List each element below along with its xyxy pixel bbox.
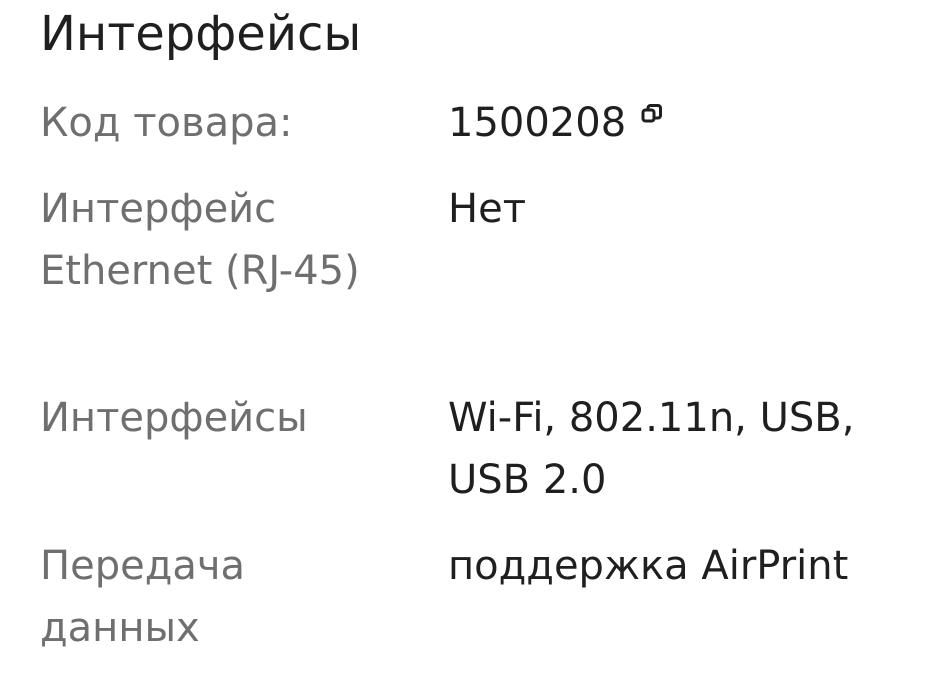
data-transfer-label: Передача данных xyxy=(40,543,245,651)
data-transfer-value: поддержка AirPrint xyxy=(448,543,849,589)
spec-row-ethernet: Интерфейс Ethernet (RJ-45) Нет xyxy=(0,178,933,368)
product-interfaces-panel: Интерфейсы Код товара: 1500208 Интерфейс… xyxy=(0,0,933,700)
section-title: Интерфейсы xyxy=(40,6,362,62)
product-code-value: 1500208 xyxy=(448,100,627,146)
ethernet-value: Нет xyxy=(448,186,526,232)
product-code-line: 1500208 xyxy=(448,92,664,154)
spec-row-data-transfer: Передача данных поддержка AirPrint xyxy=(0,535,933,661)
interfaces-value: Wi-Fi, 802.11n, USB, USB 2.0 xyxy=(448,395,855,503)
spec-row-interfaces: Интерфейсы Wi-Fi, 802.11n, USB, USB 2.0 xyxy=(0,387,933,513)
product-code-value-container: 1500208 xyxy=(448,92,918,154)
copy-icon[interactable] xyxy=(640,102,664,126)
product-code-label: Код товара: xyxy=(40,100,293,146)
interfaces-label: Интерфейсы xyxy=(40,395,308,441)
spec-row-product-code: Код товара: 1500208 xyxy=(0,92,933,162)
ethernet-label: Интерфейс Ethernet (RJ-45) xyxy=(40,186,360,294)
